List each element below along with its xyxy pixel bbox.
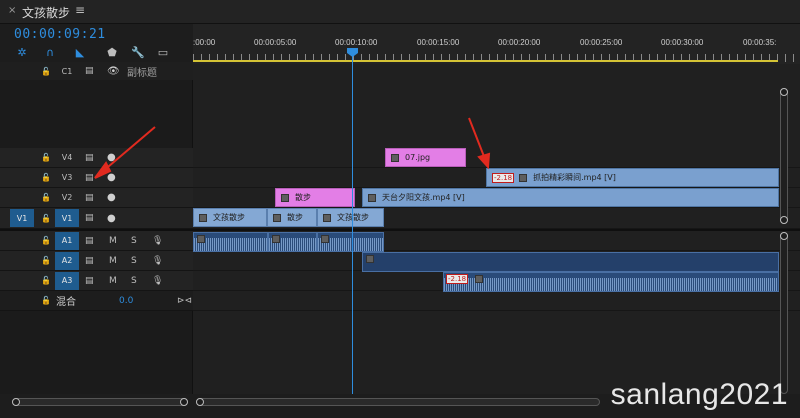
arrow-head	[94, 161, 112, 179]
arrow-speed-badge	[468, 117, 486, 160]
watermark: sanlang2021	[610, 378, 788, 411]
annotation-arrows	[94, 117, 491, 179]
arrow-head	[477, 152, 491, 170]
arrow-v3-toggle	[101, 126, 156, 173]
